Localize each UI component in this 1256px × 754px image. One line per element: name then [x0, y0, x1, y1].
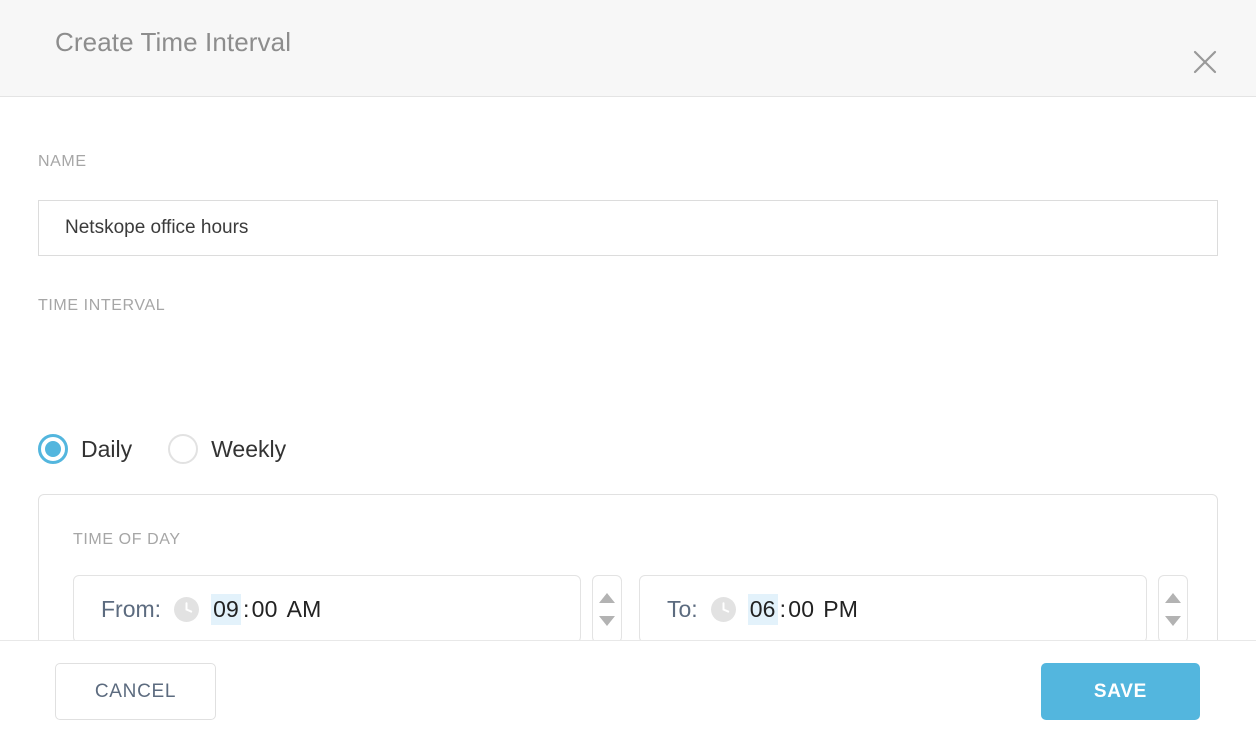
from-time-stepper[interactable]	[592, 575, 622, 643]
clock-icon	[710, 596, 736, 622]
to-hour[interactable]: 06	[747, 593, 778, 625]
radio-weekly-mark[interactable]	[168, 434, 199, 464]
radio-weekly-label: Weekly	[211, 435, 287, 462]
radio-option-weekly[interactable]: Weekly	[168, 434, 286, 464]
close-button[interactable]	[1186, 43, 1224, 81]
to-colon: :	[779, 595, 787, 622]
dialog-footer: CANCEL SAVE	[0, 640, 1256, 754]
name-label: NAME	[38, 153, 87, 170]
from-colon: :	[243, 595, 250, 622]
from-meridiem[interactable]: AM	[287, 596, 322, 623]
cancel-button[interactable]: CANCEL	[55, 663, 216, 720]
dialog-header: Create Time Interval	[0, 0, 1256, 97]
to-meridiem[interactable]: PM	[823, 596, 858, 623]
create-time-interval-dialog: Create Time Interval NAME TIME INTERVAL …	[0, 0, 1256, 754]
time-interval-radio-group: Daily Weekly	[38, 434, 286, 464]
to-stepper-up-icon[interactable]	[1165, 592, 1181, 603]
to-label: To:	[667, 595, 698, 622]
to-time-stepper[interactable]	[1158, 575, 1188, 643]
page-title: Create Time Interval	[55, 27, 292, 57]
close-icon	[1193, 50, 1217, 74]
dialog-body: NAME TIME INTERVAL Daily Weekly TIME OF …	[0, 97, 1256, 675]
from-stepper-down-icon[interactable]	[599, 615, 615, 626]
from-time-input[interactable]: From: 09:00 AM	[73, 575, 581, 643]
radio-daily-label: Daily	[81, 435, 133, 462]
from-label: From:	[101, 595, 162, 622]
time-of-day-label: TIME OF DAY	[73, 531, 181, 548]
to-time-value: 06:00 PM	[747, 593, 858, 625]
to-stepper-down-icon[interactable]	[1165, 615, 1181, 626]
radio-option-daily[interactable]: Daily	[38, 434, 132, 464]
to-time-input[interactable]: To: 06:00 PM	[639, 575, 1147, 643]
time-interval-label: TIME INTERVAL	[38, 297, 166, 314]
from-hour[interactable]: 09	[211, 593, 242, 625]
from-stepper-up-icon[interactable]	[599, 592, 615, 603]
radio-daily-mark[interactable]	[38, 434, 68, 464]
clock-icon	[174, 596, 200, 622]
name-input[interactable]	[38, 200, 1218, 256]
from-minute[interactable]: 00	[252, 596, 278, 623]
from-time-value: 09:00 AM	[211, 593, 322, 625]
to-minute[interactable]: 00	[788, 596, 814, 623]
time-of-day-row: From: 09:00 AM To: 06: 00 PM	[73, 575, 1188, 643]
save-button[interactable]: SAVE	[1041, 663, 1200, 720]
